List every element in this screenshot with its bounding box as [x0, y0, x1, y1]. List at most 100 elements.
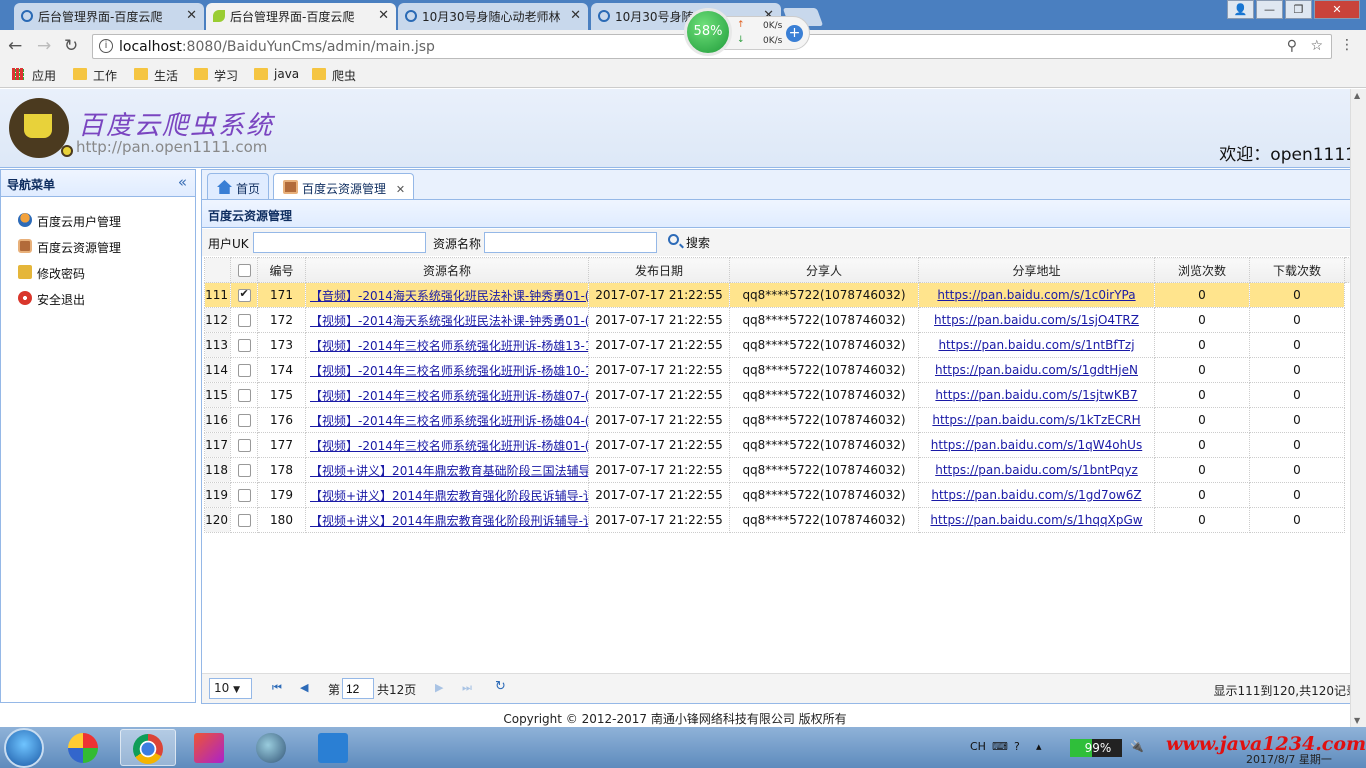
bookmark-folder[interactable]: 爬虫	[312, 67, 356, 84]
sidebar-item-user-management[interactable]: 百度云用户管理	[1, 209, 195, 235]
ime-indicator[interactable]: CH	[970, 740, 986, 753]
taskbar-app-chrome[interactable]	[120, 729, 176, 766]
minimize-button[interactable]: —	[1256, 0, 1283, 19]
page-size-select[interactable]: 10 ▼	[209, 678, 252, 699]
resource-name-link[interactable]: 【音频】-2014海天系统强化班民法补课-钟秀勇01-(	[310, 289, 588, 303]
taskbar-app-pinwheel[interactable]	[56, 729, 112, 766]
resource-name-link[interactable]: 【视频】-2014年三校名师系统强化班刑诉-杨雄04-(	[310, 414, 588, 428]
row-checkbox-cell[interactable]	[230, 357, 258, 383]
reload-icon[interactable]: ↻	[64, 36, 78, 56]
table-row[interactable]: 117 177 【视频】-2014年三校名师系统强化班刑诉-杨雄01-(2017-0…	[204, 432, 1361, 458]
keyboard-icon[interactable]: ⌨	[992, 740, 1008, 753]
back-arrow-icon[interactable]: ←	[8, 36, 22, 56]
column-header[interactable]: 发布日期	[588, 257, 730, 283]
row-checkbox-cell[interactable]	[230, 457, 258, 483]
select-all-checkbox[interactable]	[237, 264, 251, 277]
row-checkbox[interactable]	[237, 464, 251, 477]
first-page-icon[interactable]: ⏮	[272, 681, 282, 695]
table-row[interactable]: 112 172 【视频】-2014海天系统强化班民法补课-钟秀勇01-(2017-0…	[204, 307, 1361, 333]
share-link[interactable]: https://pan.baidu.com/s/1bntPqyz	[935, 463, 1138, 477]
share-link[interactable]: https://pan.baidu.com/s/1qW4ohUs	[931, 438, 1142, 452]
row-checkbox[interactable]	[237, 389, 251, 402]
row-checkbox[interactable]	[237, 489, 251, 502]
taskbar-app-dolphin[interactable]	[244, 729, 300, 766]
share-link[interactable]: https://pan.baidu.com/s/1hqqXpGw	[930, 513, 1142, 527]
start-button[interactable]	[4, 728, 44, 768]
close-icon[interactable]: ✕	[570, 8, 581, 23]
column-header[interactable]: 分享地址	[918, 257, 1155, 283]
table-row[interactable]: 114 174 【视频】-2014年三校名师系统强化班刑诉-杨雄10-1 2017-0…	[204, 357, 1361, 383]
column-header[interactable]: 浏览次数	[1154, 257, 1250, 283]
row-checkbox-cell[interactable]	[230, 282, 258, 308]
current-page-input[interactable]	[342, 678, 374, 699]
table-row[interactable]: 120 180 【视频+讲义】2014年鼎宏教育强化阶段刑诉辅导-讠 2017-07-…	[204, 507, 1361, 533]
bookmark-folder[interactable]: 学习	[194, 67, 238, 84]
bookmark-folder[interactable]: 生活	[134, 67, 178, 84]
browser-tab-3[interactable]: 10月30号身随心动老师林 ✕	[398, 3, 588, 30]
browser-tab-1[interactable]: 后台管理界面-百度云爬 ✕	[14, 3, 204, 30]
sidebar-item-logout[interactable]: 安全退出	[1, 287, 195, 313]
resource-name-link[interactable]: 【视频】-2014年三校名师系统强化班刑诉-杨雄01-(	[310, 439, 588, 453]
next-page-icon[interactable]: ▶	[435, 681, 443, 694]
pin-icon[interactable]: ⚲	[1287, 38, 1297, 54]
resource-name-link[interactable]: 【视频】-2014年三校名师系统强化班刑诉-杨雄13-1	[310, 339, 588, 353]
close-icon[interactable]: ✕	[186, 8, 197, 23]
taskbar-app-wps[interactable]	[306, 729, 362, 766]
help-icon[interactable]: ?	[1014, 740, 1020, 753]
table-row[interactable]: 115 175 【视频】-2014年三校名师系统强化班刑诉-杨雄07-(2017-0…	[204, 382, 1361, 408]
clock-date[interactable]: 2017/8/7 星期一	[1246, 751, 1332, 767]
prev-page-icon[interactable]: ◀	[300, 681, 308, 694]
column-header[interactable]: 分享人	[729, 257, 919, 283]
row-checkbox-cell[interactable]	[230, 507, 258, 533]
info-icon[interactable]: i	[99, 39, 113, 53]
row-checkbox-cell[interactable]	[230, 482, 258, 508]
close-icon[interactable]: ✕	[396, 183, 405, 196]
resource-name-link[interactable]: 【视频+讲义】2014年鼎宏教育强化阶段刑诉辅导-讠	[310, 514, 588, 528]
table-row[interactable]: 119 179 【视频+讲义】2014年鼎宏教育强化阶段民诉辅导-讠 2017-07-…	[204, 482, 1361, 508]
sidebar-item-resource-management[interactable]: 百度云资源管理	[1, 235, 195, 261]
memory-percent-ball[interactable]: 58%	[684, 8, 732, 56]
tray-arrow-icon[interactable]: ▴	[1036, 740, 1042, 753]
row-checkbox-cell[interactable]	[230, 307, 258, 333]
row-checkbox-cell[interactable]	[230, 332, 258, 358]
taskbar-app-idea[interactable]	[182, 729, 238, 766]
share-link[interactable]: https://pan.baidu.com/s/1gdtHjeN	[935, 363, 1138, 377]
select-all-header[interactable]	[230, 257, 258, 283]
column-header[interactable]: 资源名称	[305, 257, 589, 283]
row-checkbox[interactable]	[237, 364, 251, 377]
resource-name-link[interactable]: 【视频+讲义】2014年鼎宏教育基础阶段三国法辅导	[310, 464, 588, 478]
share-link[interactable]: https://pan.baidu.com/s/1c0irYPa	[937, 288, 1135, 302]
forward-arrow-icon[interactable]: →	[37, 36, 51, 56]
row-checkbox[interactable]	[237, 514, 251, 527]
column-header[interactable]: 下载次数	[1249, 257, 1345, 283]
row-checkbox[interactable]	[237, 414, 251, 427]
power-plug-icon[interactable]: 🔌	[1130, 740, 1144, 753]
row-checkbox[interactable]	[237, 439, 251, 452]
bookmark-folder[interactable]: java	[254, 67, 299, 81]
collapse-left-icon[interactable]: «	[178, 173, 187, 191]
bookmark-star-icon[interactable]: ☆	[1310, 38, 1323, 54]
accelerate-icon[interactable]: +	[786, 25, 803, 42]
row-checkbox[interactable]	[237, 287, 251, 302]
bookmark-folder[interactable]: 工作	[73, 67, 117, 84]
resource-name-link[interactable]: 【视频】-2014海天系统强化班民法补课-钟秀勇01-(	[310, 314, 588, 328]
user-icon[interactable]: 👤	[1227, 0, 1254, 19]
browser-tab-2[interactable]: 后台管理界面-百度云爬 ✕	[206, 3, 396, 30]
column-header[interactable]: 编号	[257, 257, 306, 283]
sidebar-item-change-password[interactable]: 修改密码	[1, 261, 195, 287]
share-link[interactable]: https://pan.baidu.com/s/1gd7ow6Z	[931, 488, 1141, 502]
refresh-icon[interactable]: ↻	[495, 679, 506, 694]
table-row[interactable]: 118 178 【视频+讲义】2014年鼎宏教育基础阶段三国法辅导 2017-07-1…	[204, 457, 1361, 483]
bookmark-apps[interactable]: 应用	[12, 67, 56, 84]
tab-resource-management[interactable]: 百度云资源管理 ✕	[273, 173, 415, 202]
scroll-down-icon[interactable]: ▼	[1354, 716, 1360, 725]
table-row[interactable]: 116 176 【视频】-2014年三校名师系统强化班刑诉-杨雄04-(2017-0…	[204, 407, 1361, 433]
tab-home[interactable]: 首页	[207, 173, 270, 201]
close-icon[interactable]: ✕	[378, 8, 389, 23]
battery-indicator[interactable]: 99%	[1070, 739, 1122, 757]
resource-name-link[interactable]: 【视频+讲义】2014年鼎宏教育强化阶段民诉辅导-讠	[310, 489, 588, 503]
table-row[interactable]: 113 173 【视频】-2014年三校名师系统强化班刑诉-杨雄13-1 2017-0…	[204, 332, 1361, 358]
resource-name-link[interactable]: 【视频】-2014年三校名师系统强化班刑诉-杨雄10-1	[310, 364, 588, 378]
resource-name-input[interactable]	[484, 232, 657, 253]
network-speed-widget[interactable]: ↑ 0K/s ↓ 0K/s + 58%	[684, 8, 812, 56]
